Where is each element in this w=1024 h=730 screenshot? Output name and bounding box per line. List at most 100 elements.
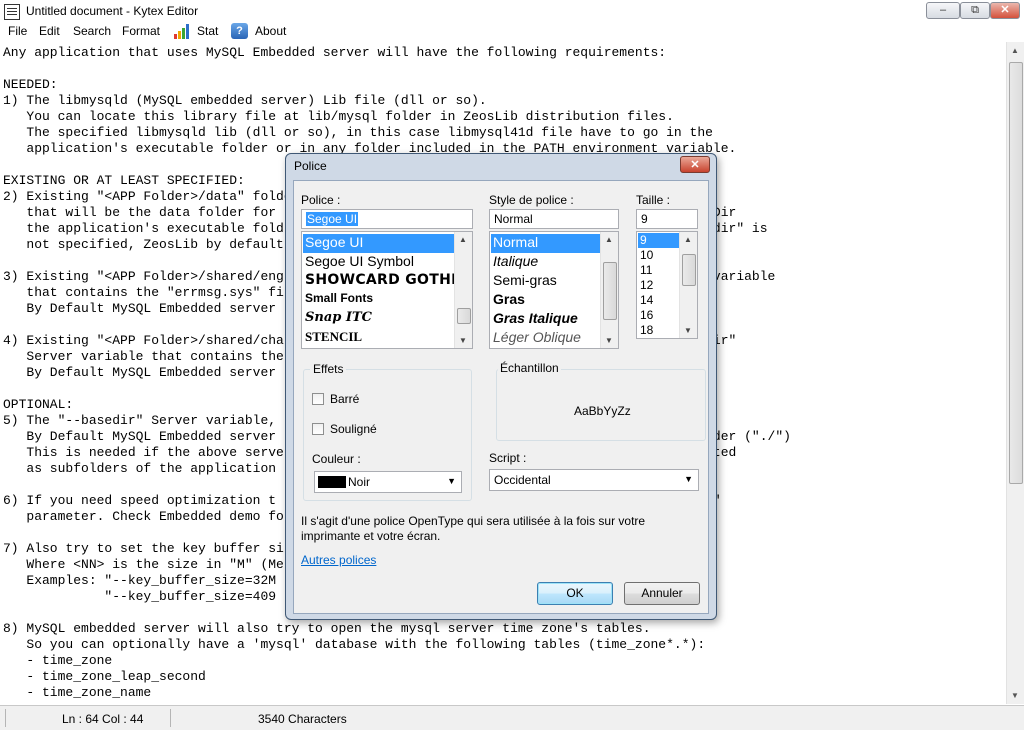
editor-line: - time_zone_leap_second (3, 669, 206, 684)
size-item[interactable]: 14 (638, 293, 653, 308)
style-item[interactable]: Gras (491, 291, 525, 310)
window-title: Untitled document - Kytex Editor (26, 4, 199, 18)
size-list[interactable]: 9 10 11 12 14 16 18 ▲ ▼ (636, 231, 698, 339)
editor-line: Server variable that contains the (3, 349, 284, 364)
underline-checkbox[interactable] (312, 423, 324, 435)
font-item[interactable]: SHOWCARD GOTHIC (303, 272, 467, 291)
font-item[interactable]: Segoe UI Symbol (303, 253, 414, 272)
cursor-position: Ln : 64 Col : 44 (62, 712, 144, 726)
font-item[interactable]: Segoe UI (303, 234, 455, 253)
strikeout-checkbox[interactable] (312, 393, 324, 405)
status-bar: Ln : 64 Col : 44 3540 Characters (0, 705, 1024, 730)
font-name-input[interactable]: Segoe UI (301, 209, 473, 229)
dialog-body: Police : Segoe UI Segoe UI Segoe UI Symb… (293, 180, 709, 614)
menu-about[interactable]: About (255, 24, 286, 38)
size-label: Taille : (636, 193, 671, 207)
status-separator (170, 709, 171, 727)
size-input[interactable]: 9 (636, 209, 698, 229)
size-item[interactable]: 9 (638, 233, 681, 248)
scroll-up-icon[interactable]: ▲ (1011, 46, 1019, 55)
menu-edit[interactable]: Edit (39, 24, 60, 38)
more-fonts-link[interactable]: Autres polices (301, 553, 376, 567)
scroll-down-icon[interactable]: ▼ (1011, 691, 1019, 700)
cancel-button[interactable]: Annuler (624, 582, 700, 605)
style-input[interactable]: Normal (489, 209, 619, 229)
close-button[interactable]: ✕ (990, 2, 1020, 19)
style-item[interactable]: Gras Italique (491, 310, 578, 329)
editor-line: OPTIONAL: (3, 397, 74, 412)
ok-button[interactable]: OK (537, 582, 613, 605)
editor-line: 1) The libmysqld (MySQL embedded server)… (3, 93, 487, 108)
scroll-up-icon[interactable]: ▲ (684, 235, 692, 244)
effects-title: Effets (310, 362, 347, 376)
menu-search[interactable]: Search (73, 24, 111, 38)
size-item[interactable]: 18 (638, 323, 653, 338)
font-label: Police : (301, 193, 341, 207)
style-item[interactable]: Normal (491, 234, 601, 253)
bar-chart-icon[interactable] (173, 23, 191, 39)
scroll-down-icon[interactable]: ▼ (684, 326, 692, 335)
font-dialog: Police ✕ Police : Segoe UI Segoe UI Sego… (285, 153, 717, 620)
menu-stat[interactable]: Stat (197, 24, 218, 38)
color-select[interactable]: Noir ▼ (314, 471, 462, 493)
editor-line: The specified libmysqld lib (dll or so),… (3, 125, 713, 140)
font-list-scrollbar[interactable]: ▲ ▼ (454, 232, 472, 348)
scrollbar-thumb[interactable] (603, 262, 617, 320)
font-name-value: Segoe UI (306, 212, 359, 226)
scroll-up-icon[interactable]: ▲ (459, 235, 467, 244)
script-value: Occidental (494, 473, 551, 487)
underline-label: Souligné (330, 422, 377, 436)
editor-line: So you can optionally have a 'mysql' dat… (3, 637, 706, 652)
editor-line: 5) The "--basedir" Server variable, (3, 413, 277, 428)
scrollbar-thumb[interactable] (457, 308, 471, 324)
style-item[interactable]: Semi-gras (491, 272, 557, 291)
status-separator (5, 709, 6, 727)
character-count: 3540 Characters (258, 712, 347, 726)
menu-file[interactable]: File (8, 24, 27, 38)
style-item[interactable]: Italique (491, 253, 538, 272)
minimize-button[interactable]: – (926, 2, 960, 19)
scrollbar-thumb[interactable] (1009, 62, 1023, 484)
color-label: Couleur : (312, 452, 361, 466)
editor-scrollbar[interactable]: ▲ ▼ (1006, 42, 1024, 704)
font-list[interactable]: Segoe UI Segoe UI Symbol SHOWCARD GOTHIC… (301, 231, 473, 349)
editor-line: "--key_buffer_size=409 (3, 589, 277, 604)
style-list-scrollbar[interactable]: ▲ ▼ (600, 232, 618, 348)
font-description-line: Il s'agit d'une police OpenType qui sera… (301, 514, 646, 528)
script-select[interactable]: Occidental ▼ (489, 469, 699, 491)
maximize-button[interactable]: ⧉ (960, 2, 990, 19)
size-item[interactable]: 12 (638, 278, 653, 293)
dialog-title: Police (294, 159, 327, 173)
help-icon[interactable]: ? (231, 23, 248, 39)
editor-line: - time_zone_name (3, 685, 152, 700)
sample-text: AaBbYyZz (574, 404, 631, 418)
editor-line: Examples: "--key_buffer_size=32M (3, 573, 277, 588)
scroll-up-icon[interactable]: ▲ (605, 235, 613, 244)
font-item[interactable]: STENCIL (303, 329, 362, 348)
notepad-icon (4, 4, 20, 20)
chevron-down-icon: ▼ (684, 474, 693, 484)
font-description-line: imprimante et votre écran. (301, 529, 441, 543)
menu-bar: File Edit Search Format Stat About (0, 22, 1024, 42)
font-item[interactable]: Snap ITC (303, 310, 372, 329)
editor-line: EXISTING OR AT LEAST SPECIFIED: (3, 173, 245, 188)
scroll-down-icon[interactable]: ▼ (605, 336, 613, 345)
editor-line: 8) MySQL embedded server will also try t… (3, 621, 651, 636)
editor-line: Where <NN> is the size in "M" (Me (3, 557, 284, 572)
size-item[interactable]: 11 (638, 263, 652, 278)
scroll-down-icon[interactable]: ▼ (459, 336, 467, 345)
title-bar: Untitled document - Kytex Editor – ⧉ ✕ (0, 0, 1024, 23)
color-swatch (318, 476, 346, 488)
font-item[interactable]: Small Fonts (303, 291, 373, 310)
size-item[interactable]: 16 (638, 308, 653, 323)
editor-line: Any application that uses MySQL Embedded… (3, 45, 667, 60)
size-list-scrollbar[interactable]: ▲ ▼ (679, 232, 697, 338)
editor-line: parameter. Check Embedded demo fo (3, 509, 284, 524)
style-list[interactable]: Normal Italique Semi-gras Gras Gras Ital… (489, 231, 619, 349)
menu-format[interactable]: Format (122, 24, 160, 38)
style-item[interactable]: Léger Oblique (491, 329, 581, 348)
color-value: Noir (348, 475, 371, 489)
size-item[interactable]: 10 (638, 248, 653, 263)
dialog-close-button[interactable]: ✕ (680, 156, 710, 173)
scrollbar-thumb[interactable] (682, 254, 696, 286)
